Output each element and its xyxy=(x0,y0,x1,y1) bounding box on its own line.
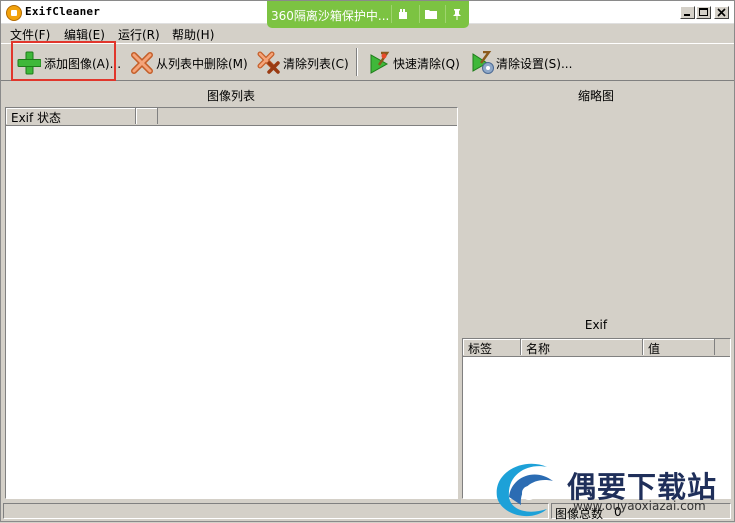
thumbnail-title: 缩略图 xyxy=(577,89,614,103)
status-panel-main xyxy=(3,503,549,519)
app-icon xyxy=(6,5,22,21)
quick-clean-button[interactable]: 快速清除(Q) xyxy=(363,48,460,76)
watermark-url: www.ouyaoxiazai.com xyxy=(573,499,706,513)
window-title: ExifCleaner xyxy=(25,5,101,18)
app-window: ExifCleaner 360隔离沙箱保护中... 文件(F) 编辑(E) 运行 xyxy=(0,0,735,522)
quick-clean-label: 快速清除(Q) xyxy=(393,57,460,71)
remove-x-icon xyxy=(131,52,153,74)
exif-title: Exif xyxy=(584,318,608,332)
clear-list-button[interactable]: 清除列表(C) xyxy=(253,48,349,76)
column-value[interactable]: 值 xyxy=(643,339,715,356)
pin-icon[interactable] xyxy=(445,5,468,23)
settings-broom-icon xyxy=(472,51,494,74)
column-blank[interactable] xyxy=(136,108,158,124)
remove-from-list-button[interactable]: 从列表中删除(M) xyxy=(126,48,248,76)
broom-icon xyxy=(370,51,390,74)
menu-bar: 文件(F) 编辑(E) 运行(R) 帮助(H) xyxy=(1,24,734,42)
folder-icon[interactable] xyxy=(419,5,442,23)
menu-run[interactable]: 运行(R) xyxy=(118,26,160,43)
sandbox-hand-icon[interactable] xyxy=(391,5,414,23)
highlight-box xyxy=(11,41,116,81)
image-list[interactable]: Exif 状态 xyxy=(5,107,458,499)
image-list-title: 图像列表 xyxy=(206,89,255,103)
column-tag[interactable]: 标签 xyxy=(463,339,521,356)
column-name[interactable]: 名称 xyxy=(521,339,643,356)
maximize-button[interactable] xyxy=(696,6,711,19)
watermark-logo xyxy=(496,463,553,517)
clear-list-label: 清除列表(C) xyxy=(283,57,349,71)
clear-list-icon xyxy=(257,51,280,74)
column-exif-status[interactable]: Exif 状态 xyxy=(6,108,136,125)
sandbox-label: 360隔离沙箱保护中... xyxy=(271,9,390,23)
menu-help[interactable]: 帮助(H) xyxy=(172,26,214,43)
minimize-button[interactable] xyxy=(680,6,695,19)
close-button[interactable] xyxy=(714,6,729,19)
remove-from-list-label: 从列表中删除(M) xyxy=(156,57,248,71)
clean-settings-button[interactable]: 清除设置(S)... xyxy=(467,48,573,76)
toolbar-separator xyxy=(356,48,358,76)
clean-settings-label: 清除设置(S)... xyxy=(496,57,573,71)
exif-list-header: 标签 名称 值 xyxy=(463,339,730,357)
thumbnail-area xyxy=(462,105,730,315)
title-bar: ExifCleaner 360隔离沙箱保护中... xyxy=(1,1,734,28)
image-list-header: Exif 状态 xyxy=(6,108,457,126)
